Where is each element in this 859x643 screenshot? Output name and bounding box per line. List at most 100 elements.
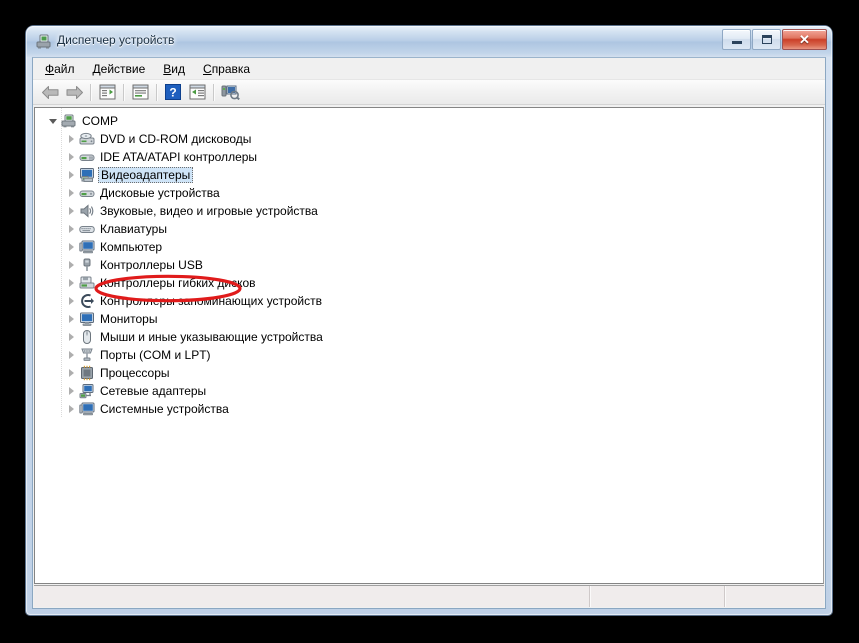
device-manager-icon [35, 33, 52, 50]
toolbar: ? [33, 79, 825, 105]
help-icon[interactable]: ? [161, 81, 185, 103]
tree-node-ide-ata-atapi-controllers[interactable]: IDE ATA/ATAPI контроллеры [35, 148, 823, 166]
device-tree: COMP DVD и CD-ROM дисководы IDE ATA/ATAP… [35, 108, 823, 418]
menu-accel-help: С [203, 61, 212, 76]
menu-bar: Файл Действие Вид Справка [33, 58, 825, 79]
mouse-icon [79, 329, 95, 345]
tree-node-disk-drives[interactable]: Дисковые устройства [35, 184, 823, 202]
svg-text:?: ? [169, 86, 176, 100]
tree-node-label: Компьютер [100, 240, 163, 254]
sound-device-icon [79, 203, 95, 219]
tree-node-dvd-and-cdrom[interactable]: DVD и CD-ROM дисководы [35, 130, 823, 148]
toolbar-separator-1 [90, 83, 91, 101]
tree-node-label: Контроллеры USB [100, 258, 203, 272]
tree-node-label: COMP [82, 114, 118, 128]
monitor-icon [79, 311, 95, 327]
status-panel-3 [725, 586, 824, 607]
menu-accel-action: Д [92, 61, 101, 76]
menu-label-view: ид [171, 61, 186, 76]
expand-triangle-icon[interactable] [63, 130, 79, 148]
tree-node-label: Мыши и иные указывающие устройства [100, 330, 323, 344]
storage-controller-icon [79, 293, 95, 309]
client-area: Файл Действие Вид Справка ? COMP DVD и C… [32, 57, 826, 609]
keyboard-icon [79, 221, 95, 237]
tree-node-label: Сетевые адаптеры [100, 384, 207, 398]
network-adapter-icon [79, 383, 95, 399]
ide-controller-icon [79, 149, 95, 165]
tree-node-label: Системные устройства [100, 402, 229, 416]
expand-triangle-icon[interactable] [63, 400, 79, 418]
tree-node-label: Звуковые, видео и игровые устройства [100, 204, 318, 218]
title-bar[interactable]: Диспетчер устройств ✕ [26, 26, 832, 57]
status-bar [34, 585, 824, 607]
tree-node-label: Дисковые устройства [100, 186, 220, 200]
tree-node-keyboards[interactable]: Клавиатуры [35, 220, 823, 238]
expand-triangle-icon[interactable] [63, 184, 79, 202]
usb-controller-icon [79, 257, 95, 273]
properties-icon[interactable] [128, 81, 152, 103]
expand-triangle-icon[interactable] [63, 292, 79, 310]
expand-triangle-icon[interactable] [63, 238, 79, 256]
toolbar-separator-4 [213, 83, 214, 101]
expand-triangle-icon[interactable] [63, 328, 79, 346]
tree-node-ports-com-and-lpt[interactable]: Порты (COM и LPT) [35, 346, 823, 364]
window-controls: ✕ [721, 29, 827, 50]
tree-node-label: IDE ATA/ATAPI контроллеры [100, 150, 258, 164]
tree-node-root[interactable]: COMP [35, 112, 823, 130]
computer-root-icon [61, 113, 77, 129]
tree-node-floppy-disk-controllers[interactable]: Контроллеры гибких дисков [35, 274, 823, 292]
minimize-icon [731, 41, 742, 44]
expand-triangle-icon[interactable] [63, 202, 79, 220]
tree-node-usb-controllers[interactable]: Контроллеры USB [35, 256, 823, 274]
maximize-button[interactable] [752, 29, 781, 50]
close-button[interactable]: ✕ [782, 29, 827, 50]
expand-triangle-icon[interactable] [63, 364, 79, 382]
expand-triangle-icon[interactable] [63, 274, 79, 292]
tree-node-sound-video-game-controllers[interactable]: Звуковые, видео и игровые устройства [35, 202, 823, 220]
menu-item-help[interactable]: Справка [194, 60, 259, 78]
status-panel-2 [590, 586, 725, 607]
tree-node-label: Контроллеры запоминающих устройств [100, 294, 322, 308]
expand-triangle-icon[interactable] [63, 148, 79, 166]
scan-for-hardware-changes-icon[interactable] [218, 81, 242, 103]
menu-item-action[interactable]: Действие [84, 60, 155, 78]
minimize-button[interactable] [722, 29, 751, 50]
expand-triangle-icon[interactable] [63, 310, 79, 328]
expand-triangle-icon[interactable] [63, 166, 79, 184]
menu-item-file[interactable]: Файл [36, 60, 84, 78]
tree-node-label: Видеоадаптеры [98, 167, 194, 183]
update-driver-icon[interactable] [185, 81, 209, 103]
display-adapter-icon [79, 167, 95, 183]
expand-triangle-icon[interactable] [63, 220, 79, 238]
expand-triangle-icon[interactable] [45, 112, 61, 130]
close-icon: ✕ [799, 32, 810, 47]
device-tree-panel[interactable]: COMP DVD и CD-ROM дисководы IDE ATA/ATAP… [34, 107, 824, 584]
tree-node-label: Контроллеры гибких дисков [100, 276, 256, 290]
menu-label-file: айл [54, 61, 75, 76]
menu-item-view[interactable]: Вид [154, 60, 194, 78]
expand-triangle-icon[interactable] [63, 382, 79, 400]
expand-triangle-icon[interactable] [63, 256, 79, 274]
floppy-controller-icon [79, 275, 95, 291]
dvd-drive-icon [79, 131, 95, 147]
disk-drive-icon [79, 185, 95, 201]
forward-arrow-icon[interactable] [62, 81, 86, 103]
tree-node-computer[interactable]: Компьютер [35, 238, 823, 256]
window-title: Диспетчер устройств [57, 33, 175, 47]
tree-node-mice-and-pointing-devices[interactable]: Мыши и иные указывающие устройства [35, 328, 823, 346]
back-arrow-icon[interactable] [38, 81, 62, 103]
system-device-icon [79, 401, 95, 417]
processor-icon [79, 365, 95, 381]
tree-node-processors[interactable]: Процессоры [35, 364, 823, 382]
tree-node-label: Клавиатуры [100, 222, 167, 236]
tree-node-display-adapters[interactable]: Видеоадаптеры [35, 166, 823, 184]
show-hide-console-tree-icon[interactable] [95, 81, 119, 103]
device-manager-window: Диспетчер устройств ✕ Файл Действие Вид … [26, 26, 832, 615]
tree-node-label: DVD и CD-ROM дисководы [100, 132, 252, 146]
expand-triangle-icon[interactable] [63, 346, 79, 364]
toolbar-separator-2 [123, 83, 124, 101]
tree-node-network-adapters[interactable]: Сетевые адаптеры [35, 382, 823, 400]
tree-node-monitors[interactable]: Мониторы [35, 310, 823, 328]
tree-node-system-devices[interactable]: Системные устройства [35, 400, 823, 418]
tree-node-storage-controllers[interactable]: Контроллеры запоминающих устройств [35, 292, 823, 310]
